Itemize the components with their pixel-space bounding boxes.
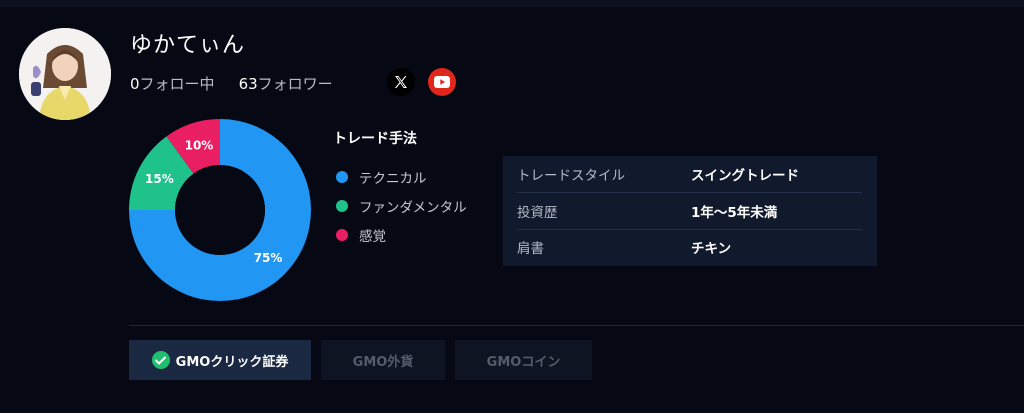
follow-stats: 0 フォロー中 63 フォロワー [130, 73, 333, 94]
profile-info-table: トレードスタイル スイングトレード 投資歴 1年〜5年未満 肩書 チキン [503, 156, 877, 266]
tab-gmo-coin[interactable]: GMOコイン [455, 340, 592, 380]
chart-legend: トレード手法 テクニカル ファンダメンタル 感覚 [333, 128, 467, 249]
info-row-title: 肩書 チキン [517, 229, 862, 265]
avatar-photo [19, 28, 111, 120]
followers-label: フォロワー [257, 75, 333, 93]
following-link[interactable]: 0 フォロー中 [130, 73, 215, 94]
followers-count: 63 [238, 75, 258, 93]
legend-item-technical: テクニカル [333, 162, 467, 191]
info-row-trade-style: トレードスタイル スイングトレード [517, 156, 862, 193]
tab-gmo-gaika[interactable]: GMO外貨 [321, 340, 445, 380]
legend-label-technical: テクニカル [359, 170, 427, 187]
info-label-trade-style: トレードスタイル [517, 168, 625, 184]
tab-label: GMOクリック証券 [175, 354, 289, 370]
legend-label-intuition: 感覚 [359, 228, 386, 245]
trade-method-chart: 75% 15% 10% [129, 119, 311, 301]
legend-dot-intuition [336, 228, 348, 241]
youtube-icon [434, 76, 450, 88]
tab-label: GMO外貨 [352, 354, 414, 370]
info-label-title: 肩書 [517, 241, 544, 257]
youtube-link-button[interactable] [428, 68, 456, 96]
followers-link[interactable]: 63 フォロワー [239, 73, 333, 94]
username: ゆかてぃん [130, 33, 246, 58]
info-value-title: チキン [691, 241, 732, 257]
legend-dot-fundamental [336, 199, 348, 212]
section-divider [129, 325, 1024, 326]
legend-dot-technical [336, 170, 348, 183]
following-label: フォロー中 [139, 75, 215, 93]
info-value-trade-style: スイングトレード [691, 168, 799, 184]
slice-label-technical: 75% [254, 251, 283, 265]
info-label-experience: 投資歴 [517, 205, 558, 221]
tab-label: GMOコイン [486, 354, 561, 370]
following-count: 0 [130, 75, 140, 93]
legend-label-fundamental: ファンダメンタル [359, 199, 467, 216]
info-row-experience: 投資歴 1年〜5年未満 [517, 193, 862, 230]
slice-label-intuition: 10% [185, 138, 214, 152]
slice-label-fundamental: 15% [145, 172, 174, 186]
legend-item-intuition: 感覚 [333, 220, 467, 249]
x-logo-icon [395, 76, 407, 88]
chart-title: トレード手法 [333, 131, 417, 147]
top-bar [0, 0, 1024, 7]
tab-gmo-click-securities[interactable]: GMOクリック証券 [129, 340, 311, 380]
legend-item-fundamental: ファンダメンタル [333, 191, 467, 220]
avatar[interactable] [19, 28, 111, 120]
donut-chart: 75% 15% 10% [129, 119, 311, 301]
check-icon [151, 351, 170, 369]
donut-hole [175, 165, 265, 255]
x-link-button[interactable] [387, 68, 415, 96]
info-value-experience: 1年〜5年未満 [691, 205, 778, 221]
